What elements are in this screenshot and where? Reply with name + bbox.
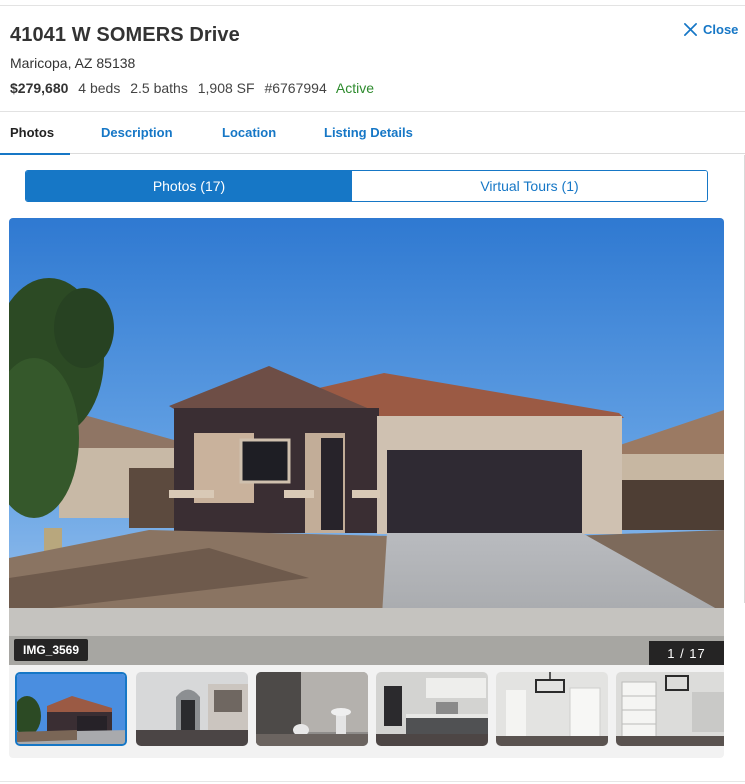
tab-description[interactable]: Description xyxy=(101,113,173,154)
photo-gallery: IMG_3569 1 / 17 xyxy=(9,218,724,758)
thumbnail-living-room[interactable] xyxy=(136,672,248,746)
close-button[interactable]: Close xyxy=(683,22,738,37)
dining-thumbnail-image xyxy=(496,672,608,746)
thumbnail-dining[interactable] xyxy=(496,672,608,746)
thumbnail-half-bath[interactable] xyxy=(256,672,368,746)
close-x-icon xyxy=(684,23,697,36)
listing-beds: 4 beds xyxy=(78,80,121,96)
house-exterior-image xyxy=(9,218,724,665)
pantry-thumbnail-image xyxy=(616,672,724,746)
listing-mls-number: #6767994 xyxy=(264,80,327,96)
photo-caption: IMG_3569 xyxy=(14,639,89,661)
tab-location[interactable]: Location xyxy=(222,113,276,154)
exterior-thumbnail-image xyxy=(17,674,125,744)
thumbnail-strip xyxy=(15,672,724,748)
listing-price: $279,680 xyxy=(10,80,69,96)
listing-address: 41041 W SOMERS Drive xyxy=(10,24,240,46)
thumbnail-pantry[interactable] xyxy=(616,672,724,746)
listing-city: Maricopa, AZ 85138 xyxy=(10,55,136,71)
thumbnail-kitchen[interactable] xyxy=(376,672,488,746)
listing-facts: $279,680 4 beds 2.5 baths 1,908 SF #6767… xyxy=(10,80,380,96)
virtual-tours-toggle-button[interactable]: Virtual Tours (1) xyxy=(352,171,707,201)
listing-tabs: Photos Description Location Listing Deta… xyxy=(0,113,745,155)
tab-photos[interactable]: Photos xyxy=(0,113,71,155)
photo-counter: 1 / 17 xyxy=(649,641,724,665)
tab-listing-details[interactable]: Listing Details xyxy=(324,113,413,154)
living-room-thumbnail-image xyxy=(136,672,248,746)
half-bath-thumbnail-image xyxy=(256,672,368,746)
listing-baths: 2.5 baths xyxy=(130,80,188,96)
photos-toggle-button[interactable]: Photos (17) xyxy=(26,171,352,201)
close-label: Close xyxy=(703,22,739,37)
media-toggle: Photos (17) Virtual Tours (1) xyxy=(25,170,708,202)
thumbnail-exterior[interactable] xyxy=(15,672,127,746)
listing-sqft: 1,908 SF xyxy=(197,80,255,96)
status-badge: Active xyxy=(335,80,374,96)
bottom-divider xyxy=(0,781,745,782)
listing-header: 41041 W SOMERS Drive Maricopa, AZ 85138 … xyxy=(0,6,745,112)
main-photo[interactable] xyxy=(9,218,724,665)
kitchen-thumbnail-image xyxy=(376,672,488,746)
